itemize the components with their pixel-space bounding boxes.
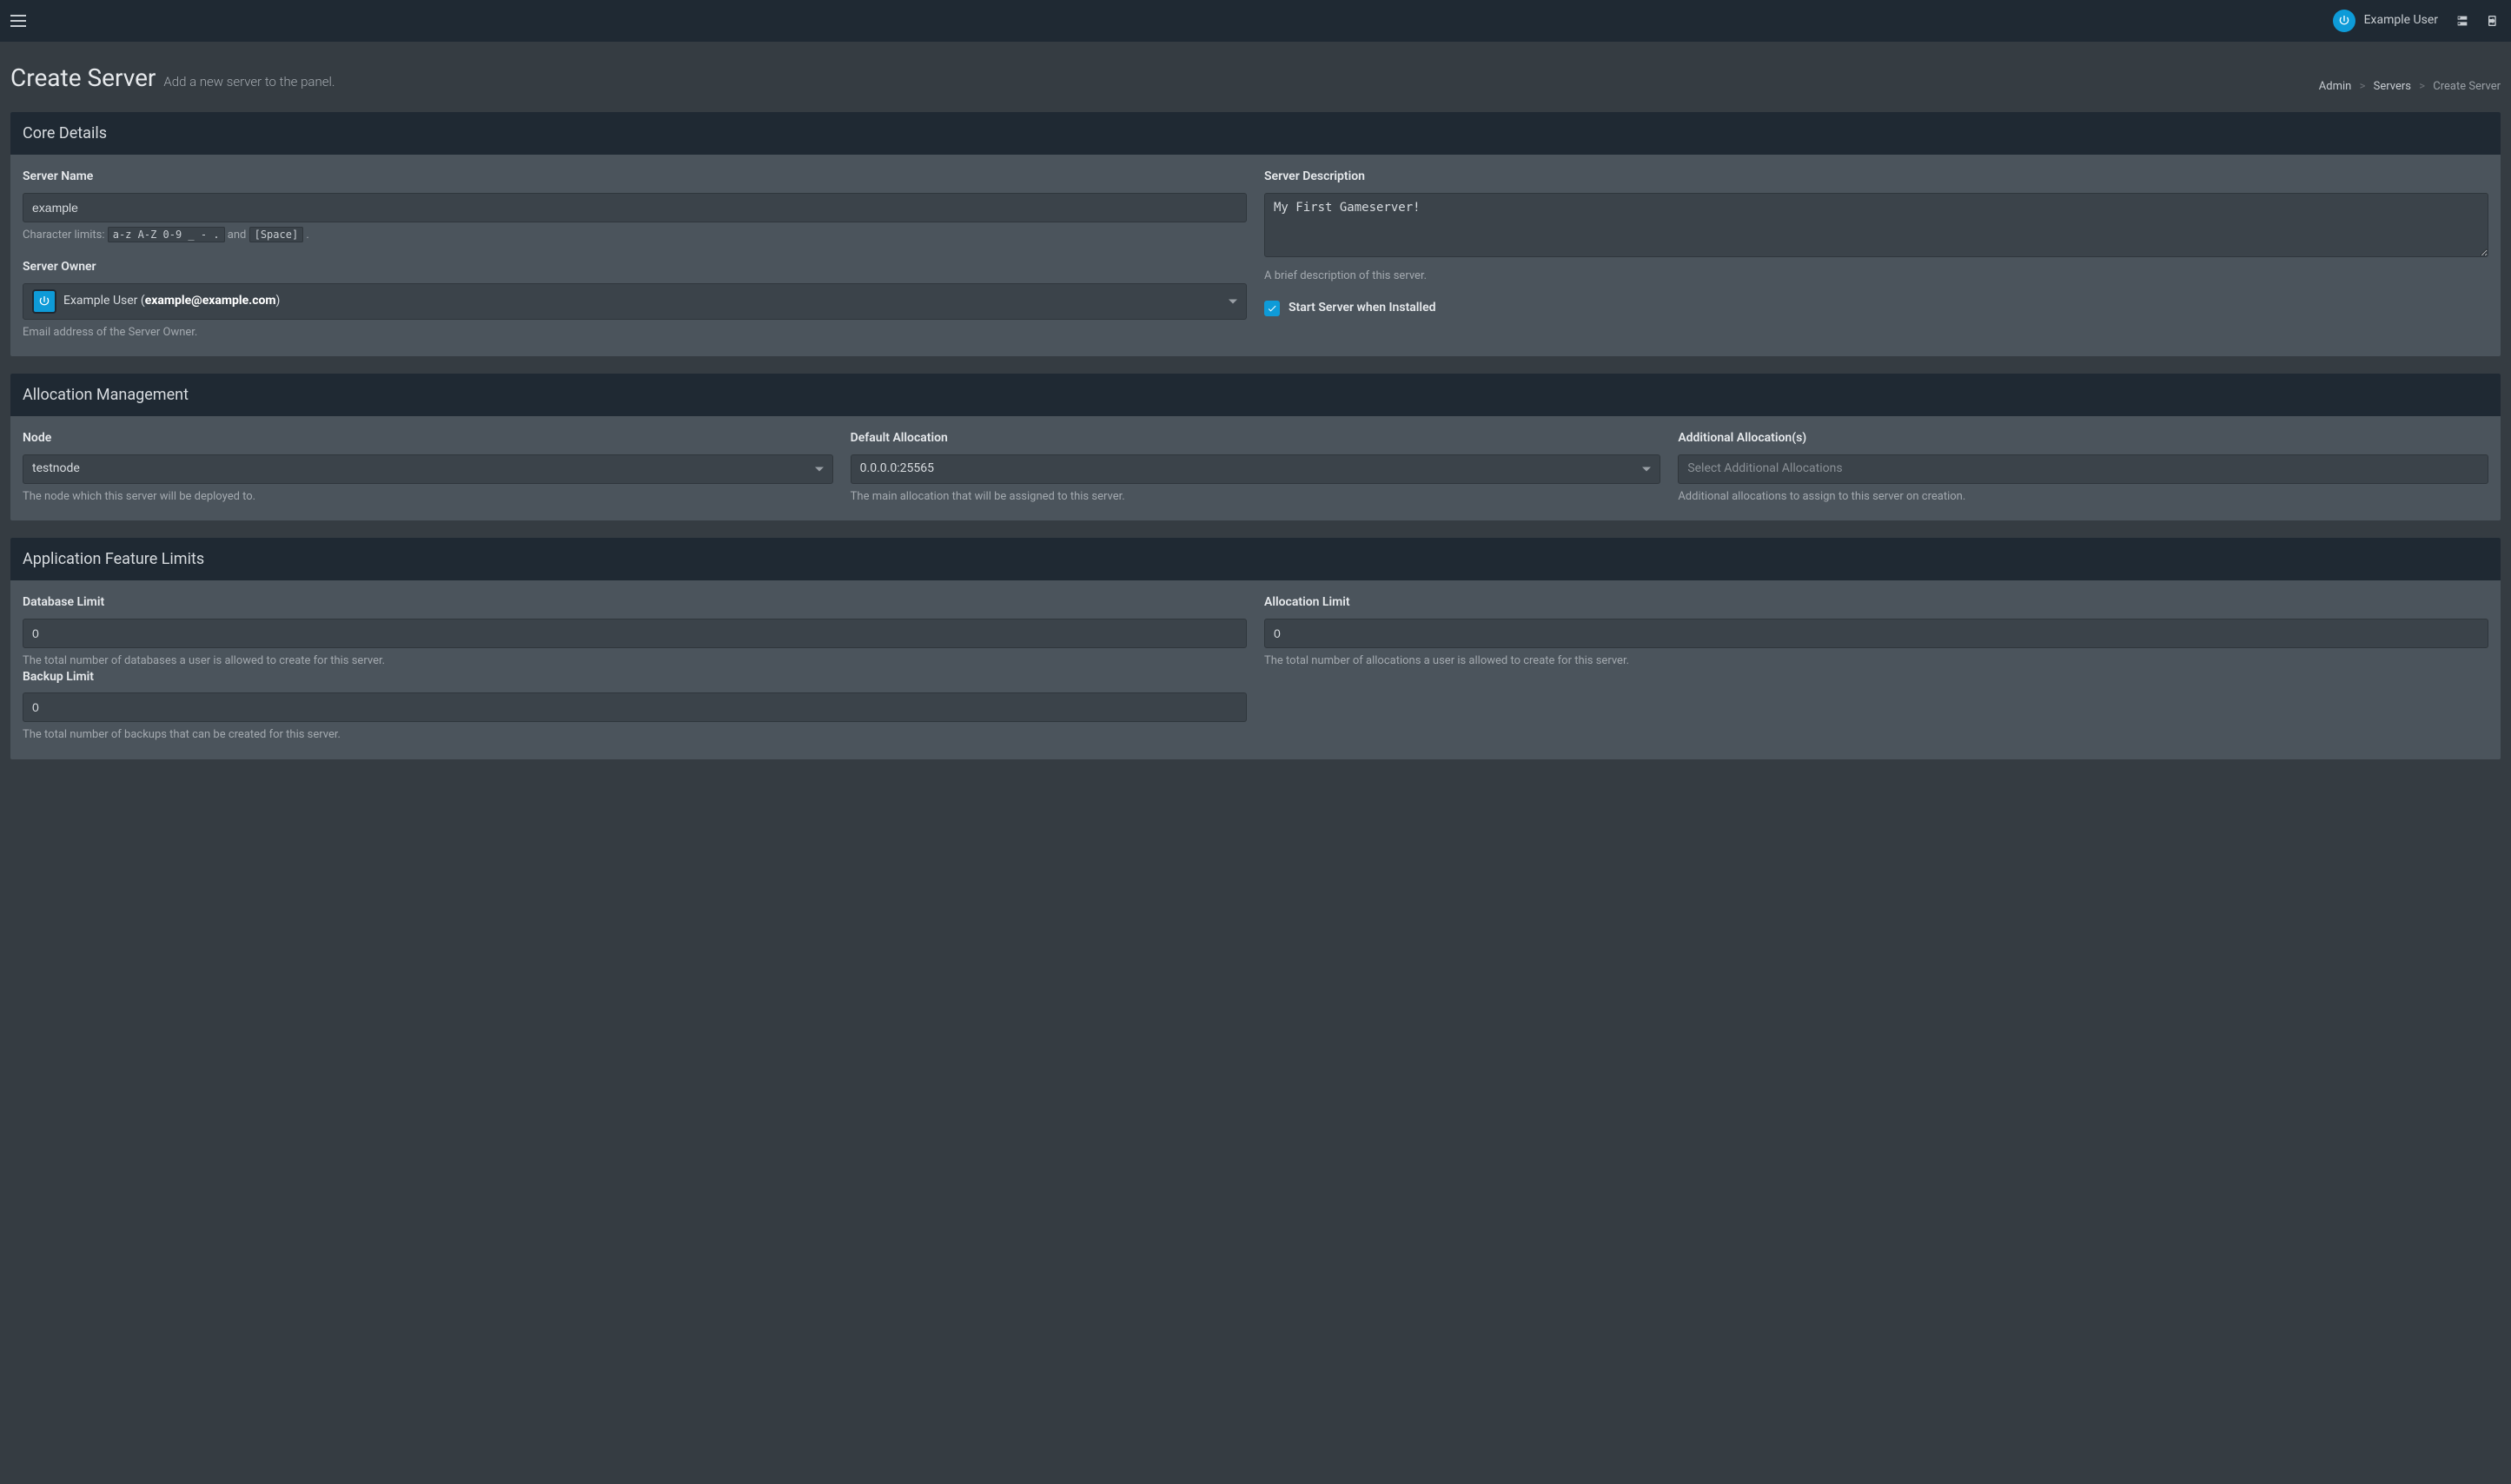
server-description-input[interactable] xyxy=(1264,193,2488,257)
user-name: Example User xyxy=(2364,12,2438,30)
default-allocation-select[interactable]: 0.0.0.0:25565 xyxy=(851,454,1661,484)
chevron-down-icon xyxy=(1229,299,1237,303)
owner-avatar xyxy=(32,289,56,314)
feature-limits-header: Application Feature Limits xyxy=(10,538,2501,580)
breadcrumb: Admin > Servers > Create Server xyxy=(2319,79,2501,95)
node-help: The node which this server will be deplo… xyxy=(23,489,833,505)
additional-allocations-help: Additional allocations to assign to this… xyxy=(1678,489,2488,505)
allocation-header: Allocation Management xyxy=(10,374,2501,416)
page-title: Create Server Add a new server to the pa… xyxy=(10,61,335,95)
allocation-limit-label: Allocation Limit xyxy=(1264,594,2488,612)
server-icon xyxy=(2455,14,2469,28)
database-limit-label: Database Limit xyxy=(23,594,1247,612)
node-label: Node xyxy=(23,430,833,447)
core-details-header: Core Details xyxy=(10,112,2501,155)
logout-button[interactable] xyxy=(2487,14,2501,28)
allocation-box: Allocation Management Node testnode The … xyxy=(10,374,2501,520)
allocation-limit-input[interactable] xyxy=(1264,619,2488,648)
additional-allocations-label: Additional Allocation(s) xyxy=(1678,430,2488,447)
server-name-help: Character limits: a-z A-Z 0-9 _ - . and … xyxy=(23,228,1247,243)
server-name-input[interactable] xyxy=(23,193,1247,222)
power-icon xyxy=(2337,14,2351,28)
default-allocation-value: 0.0.0.0:25565 xyxy=(860,460,934,478)
core-details-box: Core Details Server Name Character limit… xyxy=(10,112,2501,356)
chevron-down-icon xyxy=(1642,467,1651,471)
server-description-help: A brief description of this server. xyxy=(1264,268,2488,284)
backup-limit-label: Backup Limit xyxy=(23,669,1247,686)
backup-limit-help: The total number of backups that can be … xyxy=(23,727,1247,743)
breadcrumb-servers[interactable]: Servers xyxy=(2374,80,2411,93)
server-owner-help: Email address of the Server Owner. xyxy=(23,325,1247,341)
database-limit-input[interactable] xyxy=(23,619,1247,648)
page-content: Create Server Add a new server to the pa… xyxy=(0,42,2511,787)
default-allocation-help: The main allocation that will be assigne… xyxy=(851,489,1661,505)
chevron-down-icon xyxy=(815,467,824,471)
breadcrumb-admin[interactable]: Admin xyxy=(2319,80,2352,93)
breadcrumb-sep: > xyxy=(2419,80,2425,93)
check-icon xyxy=(1267,303,1277,314)
additional-allocations-select[interactable]: Select Additional Allocations xyxy=(1678,454,2488,484)
sidebar-toggle[interactable] xyxy=(10,15,26,27)
power-icon xyxy=(37,295,51,308)
node-select[interactable]: testnode xyxy=(23,454,833,484)
sign-out-icon xyxy=(2487,14,2501,28)
node-select-value: testnode xyxy=(32,460,80,478)
feature-limits-box: Application Feature Limits Database Limi… xyxy=(10,538,2501,759)
page-subtitle: Add a new server to the panel. xyxy=(163,74,335,89)
backup-limit-input[interactable] xyxy=(23,692,1247,722)
server-owner-select[interactable]: Example User (example@example.com) xyxy=(23,283,1247,320)
additional-allocations-placeholder: Select Additional Allocations xyxy=(1687,460,1842,478)
start-on-install-checkbox[interactable] xyxy=(1264,301,1280,316)
server-description-label: Server Description xyxy=(1264,169,2488,186)
top-navbar: Example User xyxy=(0,0,2511,42)
exit-admin-button[interactable] xyxy=(2455,14,2469,28)
owner-text: Example User (example@example.com) xyxy=(63,293,280,310)
user-menu[interactable]: Example User xyxy=(2333,10,2438,32)
database-limit-help: The total number of databases a user is … xyxy=(23,653,1247,669)
server-name-label: Server Name xyxy=(23,169,1247,186)
allocation-limit-help: The total number of allocations a user i… xyxy=(1264,653,2488,669)
user-avatar xyxy=(2333,10,2355,32)
page-title-text: Create Server xyxy=(10,63,156,92)
breadcrumb-current: Create Server xyxy=(2433,80,2501,93)
server-owner-label: Server Owner xyxy=(23,259,1247,276)
default-allocation-label: Default Allocation xyxy=(851,430,1661,447)
breadcrumb-sep: > xyxy=(2360,80,2366,93)
start-on-install-label[interactable]: Start Server when Installed xyxy=(1289,300,1435,317)
page-header: Create Server Add a new server to the pa… xyxy=(10,61,2501,95)
